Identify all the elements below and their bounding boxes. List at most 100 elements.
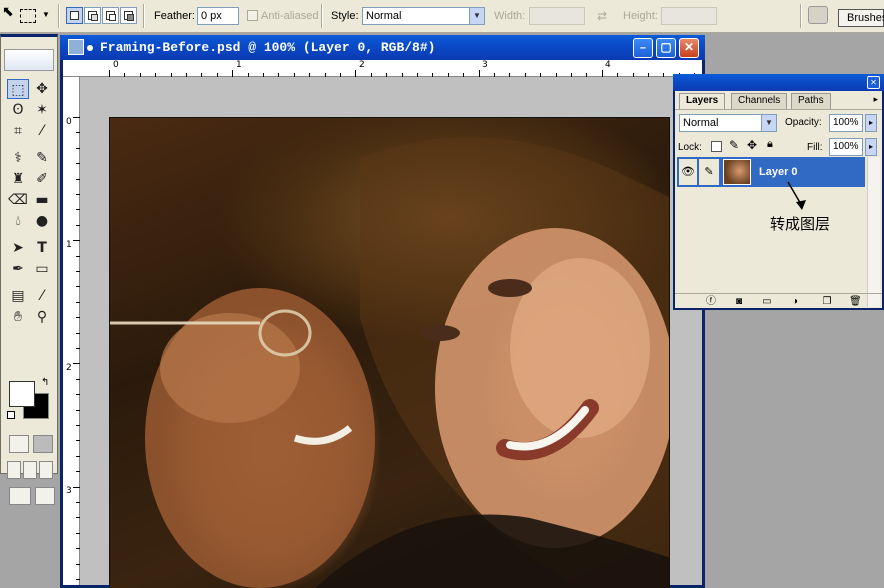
history-brush-icon[interactable]: ✐ bbox=[31, 169, 53, 189]
feather-logo[interactable] bbox=[4, 49, 54, 71]
style-select[interactable]: Normal ▼ bbox=[362, 7, 485, 25]
ruler-label: 3 bbox=[66, 486, 72, 496]
brush-icon[interactable]: ✎ bbox=[699, 159, 719, 185]
separator bbox=[321, 4, 323, 28]
close-button[interactable]: ✕ bbox=[679, 38, 699, 58]
ruler-tick bbox=[648, 73, 649, 77]
ruler-vertical[interactable]: 0 1 2 3 bbox=[63, 77, 80, 585]
quick-mask-button[interactable] bbox=[33, 435, 53, 453]
layer-style-icon[interactable]: ⓕ bbox=[705, 296, 717, 307]
eyedropper-icon[interactable]: ⁄ bbox=[31, 286, 53, 306]
gradient-tool-icon[interactable]: ▬ bbox=[31, 190, 53, 210]
ruler-tick bbox=[309, 73, 311, 77]
ruler-tick bbox=[555, 73, 557, 77]
anti-aliased-checkbox[interactable] bbox=[247, 10, 258, 21]
chevron-down-icon[interactable]: ▼ bbox=[761, 115, 776, 131]
ruler-tick bbox=[617, 73, 619, 77]
document-title-bar[interactable]: Framing-Before.psd @ 100% (Layer 0, RGB/… bbox=[60, 35, 705, 60]
rect-marquee-icon[interactable] bbox=[20, 9, 36, 23]
jump-to-imageready-button[interactable] bbox=[9, 487, 31, 505]
height-input[interactable] bbox=[661, 7, 717, 25]
marquee-tool-icon[interactable]: ⬚ bbox=[7, 79, 29, 99]
default-colors-icon[interactable] bbox=[7, 411, 15, 419]
dodge-tool-icon[interactable]: ● bbox=[31, 211, 53, 231]
screen-mode-standard-button[interactable] bbox=[7, 461, 21, 479]
lock-image-icon[interactable]: ✎ bbox=[729, 138, 739, 152]
fill-arrow-icon[interactable]: ▸ bbox=[865, 138, 877, 156]
hand-tool-icon[interactable]: ✋︎ bbox=[7, 307, 29, 327]
palette-well-icon[interactable] bbox=[808, 6, 828, 24]
add-selection-button[interactable] bbox=[84, 7, 101, 24]
blur-tool-icon[interactable]: 💧︎ bbox=[7, 211, 29, 231]
ruler-horizontal[interactable]: 0 1 2 3 4 bbox=[63, 60, 702, 77]
ruler-tick bbox=[76, 563, 80, 565]
ruler-label: 2 bbox=[66, 363, 72, 373]
foreground-color-swatch[interactable] bbox=[9, 381, 35, 407]
ruler-tick bbox=[293, 73, 295, 77]
tab-layers[interactable]: Layers bbox=[679, 93, 726, 109]
lock-transparency-icon[interactable] bbox=[711, 141, 722, 152]
lasso-tool-icon[interactable]: ʘ bbox=[7, 100, 29, 120]
layers-panel-footer: ⓕ ◙ ▭ ◑ ❐ 🗑︎ bbox=[675, 293, 882, 308]
adjustment-layer-icon[interactable]: ◑ bbox=[789, 296, 801, 307]
stamp-tool-icon[interactable]: ♜ bbox=[7, 169, 29, 189]
healing-brush-icon[interactable]: ⚕ bbox=[7, 148, 29, 168]
shape-tool-icon[interactable]: ▭ bbox=[31, 259, 53, 279]
intersect-selection-button[interactable] bbox=[120, 7, 137, 24]
width-input[interactable] bbox=[529, 7, 585, 25]
photo-canvas[interactable] bbox=[109, 117, 670, 588]
crop-tool-icon[interactable]: ⌗ bbox=[7, 121, 29, 141]
opacity-label: Opacity: bbox=[785, 117, 822, 128]
chevron-down-icon[interactable]: ▼ bbox=[42, 10, 50, 19]
opacity-arrow-icon[interactable]: ▸ bbox=[865, 114, 877, 132]
type-tool-icon[interactable]: T bbox=[31, 238, 53, 258]
panel-menu-icon[interactable]: ▸ bbox=[873, 94, 878, 105]
swap-icon[interactable]: ⇄ bbox=[597, 9, 607, 23]
checkmark-icon[interactable] bbox=[35, 487, 55, 505]
brushes-tab[interactable]: Brushes bbox=[838, 9, 884, 27]
tab-channels[interactable]: Channels bbox=[731, 93, 788, 109]
new-group-icon[interactable]: ▭ bbox=[761, 296, 773, 307]
visibility-eye-icon[interactable]: 👁︎ bbox=[679, 159, 697, 185]
swap-colors-icon[interactable]: ↰ bbox=[41, 377, 49, 388]
screen-mode-full-menu-button[interactable] bbox=[23, 461, 37, 479]
ruler-tick bbox=[216, 73, 218, 77]
notes-tool-icon[interactable]: ▤ bbox=[7, 286, 29, 306]
chevron-down-icon[interactable]: ▼ bbox=[469, 8, 484, 24]
standard-mode-button[interactable] bbox=[9, 435, 29, 453]
blend-mode-select[interactable]: Normal ▼ bbox=[679, 114, 777, 132]
opacity-input[interactable]: 100% bbox=[829, 114, 863, 132]
close-icon[interactable]: ✕ bbox=[867, 76, 880, 89]
move-tool-icon[interactable]: ✥ bbox=[31, 79, 53, 99]
lock-label: Lock: bbox=[678, 142, 702, 153]
layers-panel-title-bar[interactable]: ✕ bbox=[673, 74, 884, 91]
lock-all-icon[interactable]: 🔒︎ bbox=[767, 138, 773, 151]
add-mask-icon[interactable]: ◙ bbox=[733, 296, 745, 307]
maximize-button[interactable]: ▢ bbox=[656, 38, 676, 58]
ruler-tick bbox=[76, 348, 80, 349]
ruler-tick bbox=[76, 378, 80, 380]
magic-wand-icon[interactable]: ✶ bbox=[31, 100, 53, 120]
panel-scrollbar[interactable] bbox=[867, 157, 880, 307]
eraser-tool-icon[interactable]: ⌫ bbox=[7, 190, 29, 210]
ruler-tick bbox=[401, 73, 403, 77]
layer-row[interactable]: 👁︎ ✎ Layer 0 bbox=[677, 157, 865, 187]
zoom-tool-icon[interactable]: ⚲ bbox=[31, 307, 53, 327]
feather-input[interactable]: 0 px bbox=[197, 7, 239, 25]
minimize-button[interactable]: – bbox=[633, 38, 653, 58]
pen-tool-icon[interactable]: ✒ bbox=[7, 259, 29, 279]
new-selection-button[interactable] bbox=[66, 7, 83, 24]
slice-tool-icon[interactable]: ⁄ bbox=[31, 121, 53, 141]
trash-icon[interactable]: 🗑︎ bbox=[849, 296, 862, 307]
new-layer-icon[interactable]: ❐ bbox=[821, 296, 833, 307]
path-select-icon[interactable]: ➤ bbox=[7, 238, 29, 258]
brush-tool-icon[interactable]: ✎ bbox=[31, 148, 53, 168]
tab-paths[interactable]: Paths bbox=[791, 93, 831, 109]
ruler-tick bbox=[247, 73, 249, 77]
subtract-selection-button[interactable] bbox=[102, 7, 119, 24]
ruler-tick bbox=[76, 517, 80, 519]
ruler-label: 1 bbox=[236, 60, 242, 70]
screen-mode-full-button[interactable] bbox=[39, 461, 53, 479]
fill-input[interactable]: 100% bbox=[829, 138, 863, 156]
lock-position-icon[interactable]: ✥ bbox=[747, 138, 757, 152]
